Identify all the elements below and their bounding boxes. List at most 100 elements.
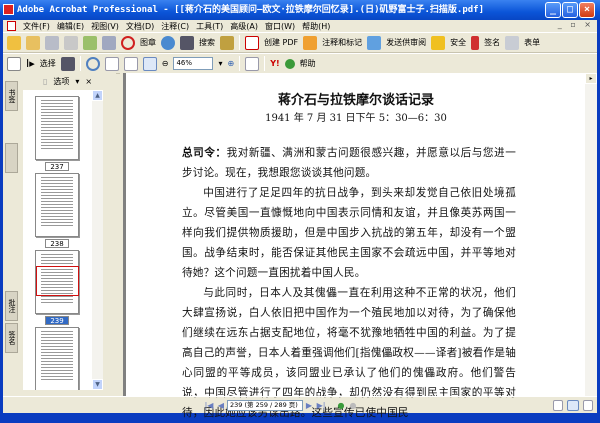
menu-window[interactable]: 窗口(W): [265, 21, 295, 32]
page-number-field[interactable]: 239 (第 259 / 289 页): [227, 399, 303, 411]
menu-help[interactable]: 帮助(H): [302, 21, 330, 32]
send-review-button[interactable]: 发送供审阅: [386, 37, 426, 48]
search-button[interactable]: 搜索: [199, 37, 215, 48]
forms-icon: [505, 35, 520, 50]
separator: [79, 56, 81, 71]
panel-tabs: 书签 批注 签名: [3, 73, 19, 396]
navigation-panel: 书签 批注 签名 ▯ 选项 ▾ × 237 238 239 ▲ ▼: [3, 73, 116, 396]
rotate-icon[interactable]: [245, 56, 260, 71]
thumbnail-label: 238: [45, 239, 69, 248]
panel-header: ▯ 选项 ▾ ×: [19, 73, 116, 89]
fit-page-icon[interactable]: [123, 56, 138, 71]
pdf-doc-icon: [7, 21, 16, 31]
menu-advanced[interactable]: 高级(A): [230, 21, 258, 32]
document-date: 1941 年 7 月 31 日下午 5：30—6：30: [265, 113, 447, 124]
thumbnail-238[interactable]: [35, 173, 79, 237]
toolbar-main: 图章 搜索 创建 PDF 注释和标记 发送供审阅 安全 签名 表单: [3, 32, 597, 53]
panel-close-button[interactable]: ×: [85, 77, 92, 86]
trash-icon[interactable]: ▯: [43, 77, 47, 86]
help-button[interactable]: 帮助: [300, 58, 316, 69]
create-pdf-button[interactable]: 创建 PDF: [264, 37, 298, 48]
thumbnail-scrollbar[interactable]: ▲ ▼: [92, 90, 103, 390]
close-button[interactable]: ×: [579, 2, 595, 18]
scroll-down-icon[interactable]: ▼: [92, 379, 103, 390]
attach-icon[interactable]: [102, 35, 116, 50]
create-pdf-icon: [245, 35, 259, 50]
title-bar: Adobe Acrobat Professional - [[蒋介石的美国顾问—…: [0, 0, 600, 20]
last-page-icon[interactable]: ▶|: [315, 401, 327, 410]
stamp-icon: [121, 35, 135, 50]
menu-tools[interactable]: 工具(T): [196, 21, 223, 32]
web-icon[interactable]: [161, 35, 175, 50]
pdf-page: 蒋介石与拉铁摩尔谈话记录 1941 年 7 月 31 日下午 5：30—6：30…: [126, 73, 586, 419]
thumbnail-240[interactable]: [35, 327, 79, 390]
actual-size-icon[interactable]: [104, 56, 119, 71]
pen-icon: [471, 35, 480, 50]
comment-markup-button[interactable]: 注释和标记: [322, 37, 362, 48]
separator: [239, 35, 240, 50]
continuous-icon[interactable]: [567, 399, 579, 411]
yahoo-icon[interactable]: Y!: [270, 59, 279, 68]
select-tool-button[interactable]: 选择: [40, 58, 56, 69]
open-icon[interactable]: [7, 35, 21, 50]
comment-icon: [303, 35, 318, 50]
secure-button[interactable]: 安全: [450, 37, 466, 48]
menu-document[interactable]: 文档(D): [126, 21, 154, 32]
menu-view[interactable]: 视图(V): [91, 21, 119, 32]
fit-width-icon[interactable]: [142, 56, 157, 71]
binoculars-icon: [180, 35, 194, 50]
paragraph: 中国进行了足足四年的抗日战争，到头来却发觉自己依旧处境孤立。尽管美国一直慷慨地向…: [182, 187, 516, 279]
thumbnail-239[interactable]: [35, 250, 79, 314]
options-dropdown-icon[interactable]: ▾: [75, 77, 79, 86]
zoom-in-icon[interactable]: ⊕: [227, 59, 234, 68]
print-icon[interactable]: [64, 35, 78, 50]
first-page-icon[interactable]: |◀: [203, 401, 215, 410]
app-frame: 文件(F) 编辑(E) 视图(V) 文档(D) 注释(C) 工具(T) 高级(A…: [3, 20, 597, 419]
facing-icon[interactable]: [583, 399, 593, 411]
page-thumbnails: 237 238 239 ▲ ▼: [23, 90, 103, 390]
zoom-dropdown-icon[interactable]: ▾: [218, 59, 222, 68]
thumbnail-label-selected: 239: [45, 316, 69, 325]
scroll-up-icon[interactable]: ▲: [92, 90, 103, 101]
minimize-button[interactable]: _: [545, 2, 561, 18]
previous-view-icon[interactable]: ●: [335, 401, 347, 410]
tab-pages[interactable]: [5, 143, 18, 173]
separator: [264, 56, 266, 71]
zoom-out-icon[interactable]: ⊖: [162, 59, 169, 68]
save-icon[interactable]: [45, 35, 59, 50]
menu-edit[interactable]: 编辑(E): [57, 21, 84, 32]
lock-icon: [431, 35, 446, 50]
menu-file[interactable]: 文件(F): [23, 21, 50, 32]
previous-page-icon[interactable]: ◀: [215, 401, 227, 410]
tab-comments[interactable]: 批注: [5, 291, 18, 321]
next-page-icon[interactable]: ▶: [303, 401, 315, 410]
maximize-button[interactable]: □: [562, 2, 578, 18]
document-scrollbar[interactable]: ▸: [585, 73, 597, 396]
thumbnail-237[interactable]: [35, 96, 79, 160]
zoom-input[interactable]: 46%: [173, 57, 214, 70]
single-page-icon[interactable]: [553, 399, 563, 411]
text-select-icon: I▸: [26, 57, 35, 70]
menu-comments[interactable]: 注释(C): [161, 21, 189, 32]
tab-bookmarks[interactable]: 书签: [5, 81, 18, 111]
read-icon[interactable]: [220, 35, 234, 50]
organizer-icon[interactable]: [26, 35, 40, 50]
scroll-up-icon[interactable]: ▸: [585, 73, 597, 84]
document-window-controls[interactable]: _ ▫ ×: [558, 20, 594, 29]
document-heading: 蒋介石与拉铁摩尔谈话记录: [277, 93, 434, 108]
review-icon: [367, 35, 382, 50]
tab-signatures[interactable]: 签名: [5, 323, 18, 353]
stamp-button[interactable]: 图章: [140, 37, 156, 48]
sign-button[interactable]: 签名: [484, 37, 500, 48]
options-menu[interactable]: 选项: [53, 76, 69, 87]
zoom-in-tool-icon[interactable]: [85, 56, 100, 71]
snapshot-icon[interactable]: [60, 56, 75, 71]
forms-button[interactable]: 表单: [524, 37, 540, 48]
view-region-box[interactable]: [36, 266, 79, 296]
window-title: Adobe Acrobat Professional - [[蒋介石的美国顾问—…: [17, 5, 484, 15]
status-bar: |◀ ◀ 239 (第 259 / 289 页) ▶ ▶| ● ●: [3, 396, 597, 413]
email-icon[interactable]: [83, 35, 97, 50]
document-view: 蒋介石与拉铁摩尔谈话记录 1941 年 7 月 31 日下午 5：30—6：30…: [120, 73, 597, 419]
next-view-icon[interactable]: ●: [347, 401, 359, 410]
hand-tool-icon[interactable]: [7, 56, 21, 71]
